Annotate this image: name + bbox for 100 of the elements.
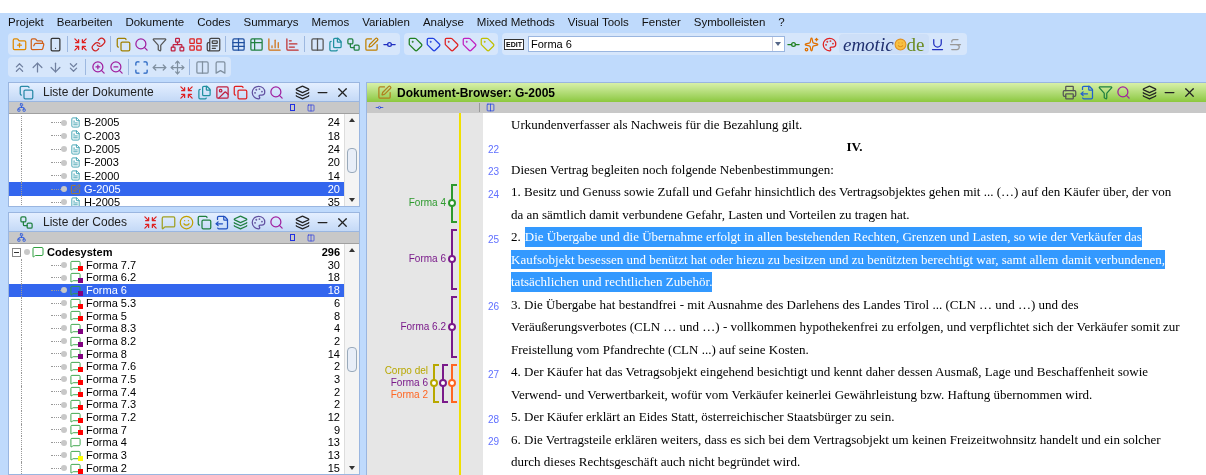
logo[interactable]: emotic de [838,34,929,54]
code-combo-box[interactable]: Forma 6 [527,36,785,52]
code-icon [70,335,83,347]
table-icon[interactable] [247,35,265,53]
network-icon[interactable] [168,35,186,53]
tree-row[interactable]: Codesystem 296 [9,246,344,259]
menu-item[interactable]: Fenster [641,13,681,32]
menu-item[interactable]: Visual Tools [567,13,629,32]
new-folder-icon[interactable] [10,35,28,53]
tree-row[interactable]: Forma 8 14 [9,347,344,361]
tree-row[interactable]: Forma 7.5 3 [9,372,344,386]
code-bracket[interactable] [448,296,457,358]
scrollbar[interactable] [344,244,359,474]
filter-icon[interactable] [1096,83,1114,102]
palette-icon[interactable] [249,83,267,101]
tree-row[interactable]: Forma 5.3 6 [9,296,344,310]
image-icon[interactable] [213,83,231,101]
newspaper-icon[interactable] [204,35,222,53]
code-bracket[interactable] [448,228,457,290]
shrink-icon[interactable] [71,35,89,53]
tree-row[interactable]: F-2003 20 [9,155,344,170]
bar-chart-icon[interactable] [283,35,301,53]
tree-row[interactable]: Forma 7 9 [9,423,344,437]
columns-icon[interactable] [308,35,326,53]
filter-icon[interactable] [150,35,168,53]
menu-item[interactable]: Symbolleisten [693,13,766,32]
collapse-toggle-icon[interactable] [12,247,21,257]
menu-item[interactable]: Variablen [362,13,410,32]
item-label: D-2005 [84,142,121,157]
menu-item[interactable]: Analyse [422,13,464,32]
copy-icon[interactable] [231,83,249,101]
tree-row[interactable]: Forma 2 15 [9,461,344,474]
tree-row[interactable]: G-2005 20 [9,182,344,196]
tag-icon[interactable] [442,35,460,53]
menu-item[interactable]: Memos [311,13,350,32]
copy-icon[interactable] [114,35,132,53]
menu-item[interactable]: Codes [197,13,231,32]
scrollbar[interactable] [344,114,359,206]
files-icon[interactable] [326,35,344,53]
tree-row[interactable]: Forma 6 18 [9,284,344,297]
palette-icon[interactable] [249,213,267,231]
palette-icon[interactable] [820,35,839,53]
tag-icon[interactable] [406,35,424,53]
table-icon[interactable] [229,35,247,53]
item-label: H-2005 [84,195,121,206]
bar-chart-icon[interactable] [265,35,283,53]
document-text-line: IV. [846,138,863,156]
document-text-line: 3. Die Übergabe hat bestandfrei - mit Ausnahme des Darlehens des Landes Tirol ... (CLN … und …) und des [511,295,1079,314]
split-icon[interactable] [193,58,211,76]
tag-icon[interactable] [424,35,442,53]
item-label: C-2003 [84,128,121,144]
code-icon [70,310,83,322]
tree-row[interactable]: Forma 4 13 [9,436,344,449]
code-icon [70,411,83,423]
menu-item[interactable]: Summarys [243,13,299,32]
code-bracket[interactable] [448,183,457,223]
zoom-fit-icon[interactable] [132,58,150,76]
shrink-icon[interactable] [141,213,159,231]
menu-item[interactable]: Dokumente [125,13,185,32]
line-number: 24 [488,188,500,200]
tree-row[interactable]: Forma 8.2 2 [9,334,344,348]
tree-row[interactable]: Forma 7.6 2 [9,360,344,373]
line-number: 26 [488,301,500,312]
memo-icon[interactable] [159,213,177,231]
menu-item[interactable]: ? [778,13,785,32]
tree-row[interactable]: H-2005 35 [9,195,344,206]
tree-row[interactable]: B-2005 24 [9,116,344,130]
menu-item[interactable]: Mixed Methods [476,13,555,32]
print-icon[interactable] [1060,83,1078,102]
export-icon[interactable] [1078,83,1096,102]
smiley-icon[interactable] [177,213,195,231]
workflow-icon[interactable] [344,35,362,53]
tag-icon[interactable] [460,35,478,53]
tree-row[interactable]: Forma 3 13 [9,449,344,462]
zoom-out-icon[interactable] [107,58,125,76]
search-icon[interactable] [1114,83,1132,102]
tree-row[interactable]: Forma 7.4 2 [9,385,344,399]
link-icon[interactable] [89,35,107,53]
grid-icon[interactable] [186,35,204,53]
tree-row[interactable]: Forma 7.2 12 [9,410,344,424]
sparkle-icon[interactable] [802,35,821,53]
zoom-in-icon[interactable] [89,58,107,76]
tree-row[interactable]: C-2003 18 [9,129,344,143]
tree-row[interactable]: Forma 5 8 [9,309,344,323]
copy-icon[interactable] [195,213,213,231]
tree-row[interactable]: Forma 8.3 4 [9,322,344,335]
tree-row[interactable]: D-2005 24 [9,142,344,156]
files-icon[interactable] [195,83,213,101]
layers-icon[interactable] [231,213,249,231]
export-icon[interactable] [213,213,231,231]
tree-row[interactable]: Forma 7.3 2 [9,398,344,411]
menu-item[interactable]: Projekt [8,13,44,32]
tree-row[interactable]: Forma 7.7 30 [9,258,344,272]
menu-item[interactable]: Bearbeiten [56,13,113,32]
search-icon[interactable] [267,213,285,231]
shrink-icon[interactable] [177,83,195,101]
search-icon[interactable] [132,35,150,53]
code-bracket[interactable] [439,363,448,403]
search-icon[interactable] [267,83,285,101]
move-icon[interactable] [168,58,186,76]
